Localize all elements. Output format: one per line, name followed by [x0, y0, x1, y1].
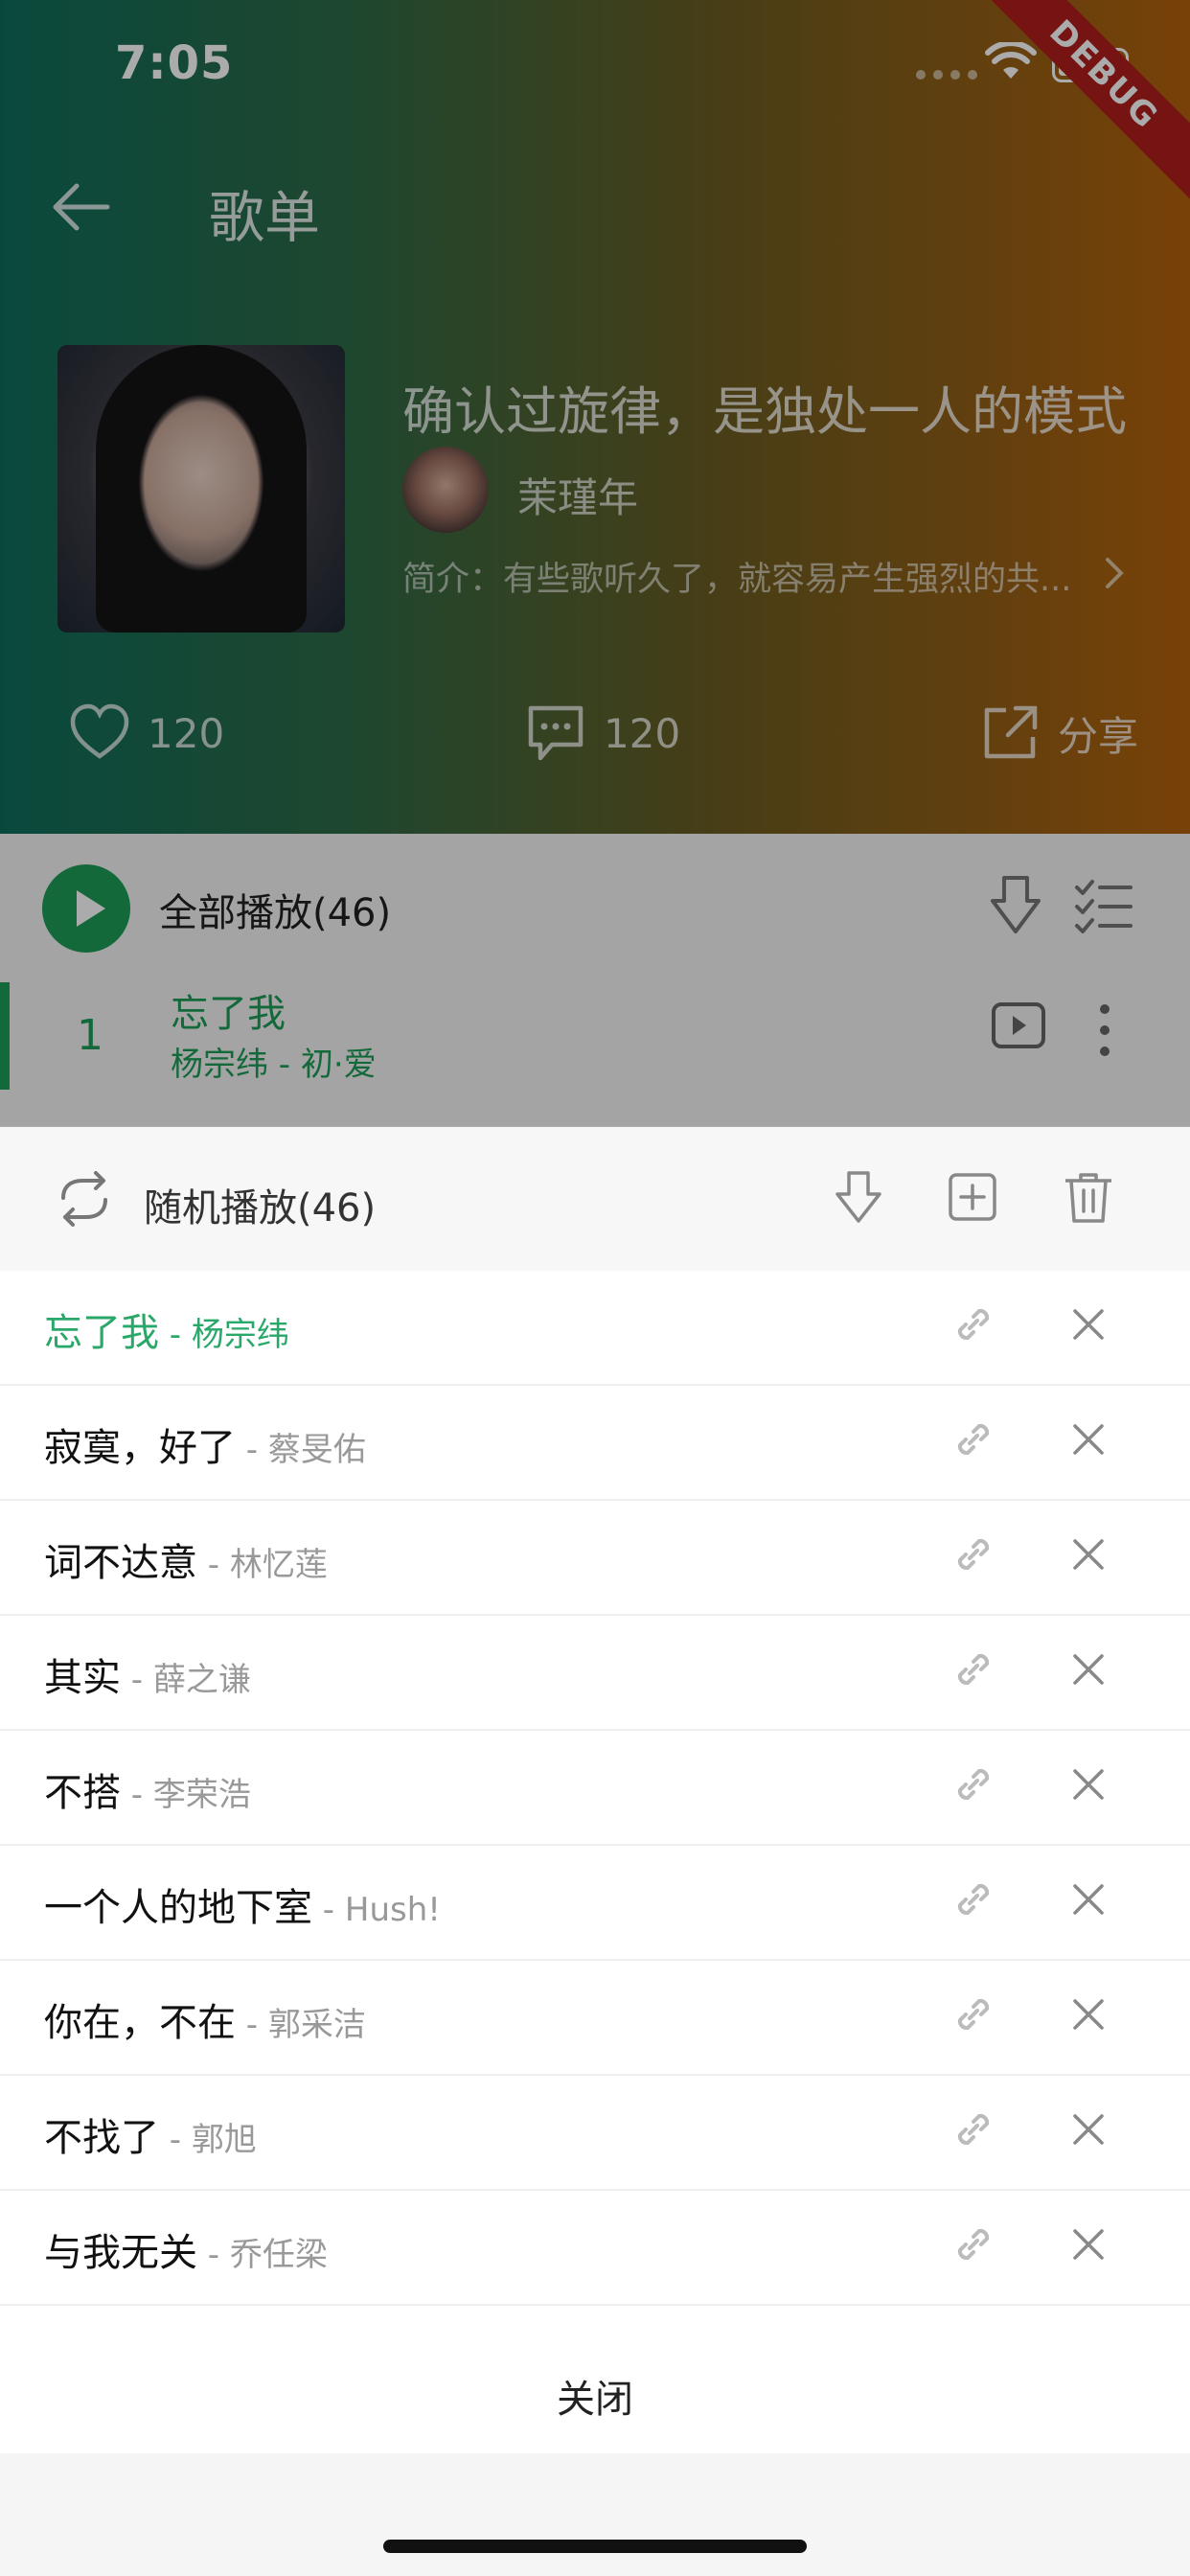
close-icon[interactable]: [1069, 1880, 1108, 1919]
home-indicator[interactable]: [383, 2540, 807, 2553]
song-name: 不搭: [44, 1771, 121, 1815]
close-icon[interactable]: [1069, 1535, 1108, 1574]
sheet-song-list: 忘了我 - 杨宗纬 寂寞，好了 - 蔡旻佑 词不达意 - 林忆莲 其实 - 薛之谦 不搭…: [0, 1271, 1190, 2346]
modal-overlay[interactable]: [0, 0, 1190, 1127]
song-artist: - 蔡旻佑: [236, 1431, 366, 1469]
close-icon[interactable]: [1069, 1995, 1108, 2034]
link-icon[interactable]: [949, 1530, 998, 1579]
song-name: 寂寞，好了: [44, 1426, 236, 1470]
song-title: 与我无关 - 乔任梁: [44, 2221, 328, 2277]
song-name: 不找了: [44, 2116, 159, 2160]
loop-icon[interactable]: [50, 1169, 119, 1229]
close-icon[interactable]: [1069, 1305, 1108, 1344]
song-artist: - 林忆莲: [197, 1546, 328, 1584]
download-icon[interactable]: [830, 1169, 887, 1227]
song-title: 词不达意 - 林忆莲: [44, 1531, 328, 1587]
trash-icon[interactable]: [1060, 1169, 1117, 1227]
close-icon[interactable]: [1069, 1765, 1108, 1804]
close-icon[interactable]: [1069, 1420, 1108, 1459]
song-title: 一个人的地下室 - Hush!: [44, 1876, 441, 1932]
song-title: 不找了 - 郭旭: [44, 2106, 257, 2162]
song-name: 忘了我: [44, 1311, 159, 1355]
song-artist: - 郭旭: [159, 2121, 257, 2159]
song-name: 与我无关: [44, 2231, 197, 2275]
song-name: 其实: [44, 1656, 121, 1700]
list-item[interactable]: 与我无关 - 乔任梁: [0, 2191, 1190, 2306]
sheet-footer: [0, 2453, 1190, 2576]
link-icon[interactable]: [949, 1644, 998, 1694]
song-name: 词不达意: [44, 1541, 197, 1585]
song-name: 一个人的地下室: [44, 1886, 312, 1930]
list-item[interactable]: 其实 - 薛之谦: [0, 1616, 1190, 1731]
sheet-header: 随机播放(46): [0, 1127, 1190, 1271]
close-icon[interactable]: [1069, 2225, 1108, 2264]
song-artist: - 郭采洁: [236, 2006, 366, 2044]
list-item[interactable]: 不搭 - 李荣浩: [0, 1731, 1190, 1846]
song-title: 忘了我 - 杨宗纬: [44, 1301, 289, 1357]
song-artist: - 乔任梁: [197, 2236, 328, 2274]
link-icon[interactable]: [949, 1300, 998, 1349]
play-mode-label[interactable]: 随机播放(46): [144, 1177, 376, 1232]
close-button[interactable]: 关闭: [0, 2346, 1190, 2453]
list-item[interactable]: 不找了 - 郭旭: [0, 2076, 1190, 2191]
list-item[interactable]: 词不达意 - 林忆莲: [0, 1501, 1190, 1616]
song-artist: - 杨宗纬: [159, 1316, 289, 1354]
song-title: 不搭 - 李荣浩: [44, 1761, 251, 1817]
link-icon[interactable]: [949, 1414, 998, 1464]
link-icon[interactable]: [949, 2220, 998, 2269]
screen: 7:05 DEBUG 歌单 确认过旋律，是独处一人的模式 茉瑾年 简介：有些歌听…: [0, 0, 1190, 2576]
list-item[interactable]: 一个人的地下室 - Hush!: [0, 1846, 1190, 1961]
song-artist: - 李荣浩: [121, 1776, 251, 1814]
song-title: 寂寞，好了 - 蔡旻佑: [44, 1416, 366, 1472]
link-icon[interactable]: [949, 2104, 998, 2154]
link-icon[interactable]: [949, 1990, 998, 2039]
add-icon[interactable]: [945, 1169, 1002, 1227]
close-icon[interactable]: [1069, 1650, 1108, 1689]
list-item[interactable]: 你在，不在 - 郭采洁: [0, 1961, 1190, 2076]
link-icon[interactable]: [949, 1874, 998, 1924]
playlist-sheet: 随机播放(46) 忘了我 - 杨宗纬 寂寞，好了 - 蔡旻佑 词不达意 - 林忆莲其…: [0, 1127, 1190, 2576]
link-icon[interactable]: [949, 1760, 998, 1809]
song-artist: - Hush!: [312, 1891, 441, 1929]
list-item[interactable]: 寂寞，好了 - 蔡旻佑: [0, 1386, 1190, 1501]
song-title: 你在，不在 - 郭采洁: [44, 1991, 366, 2047]
song-title: 其实 - 薛之谦: [44, 1646, 251, 1702]
song-name: 你在，不在: [44, 2001, 236, 2045]
song-artist: - 薛之谦: [121, 1661, 251, 1699]
list-item[interactable]: 忘了我 - 杨宗纬: [0, 1271, 1190, 1386]
close-icon[interactable]: [1069, 2110, 1108, 2149]
